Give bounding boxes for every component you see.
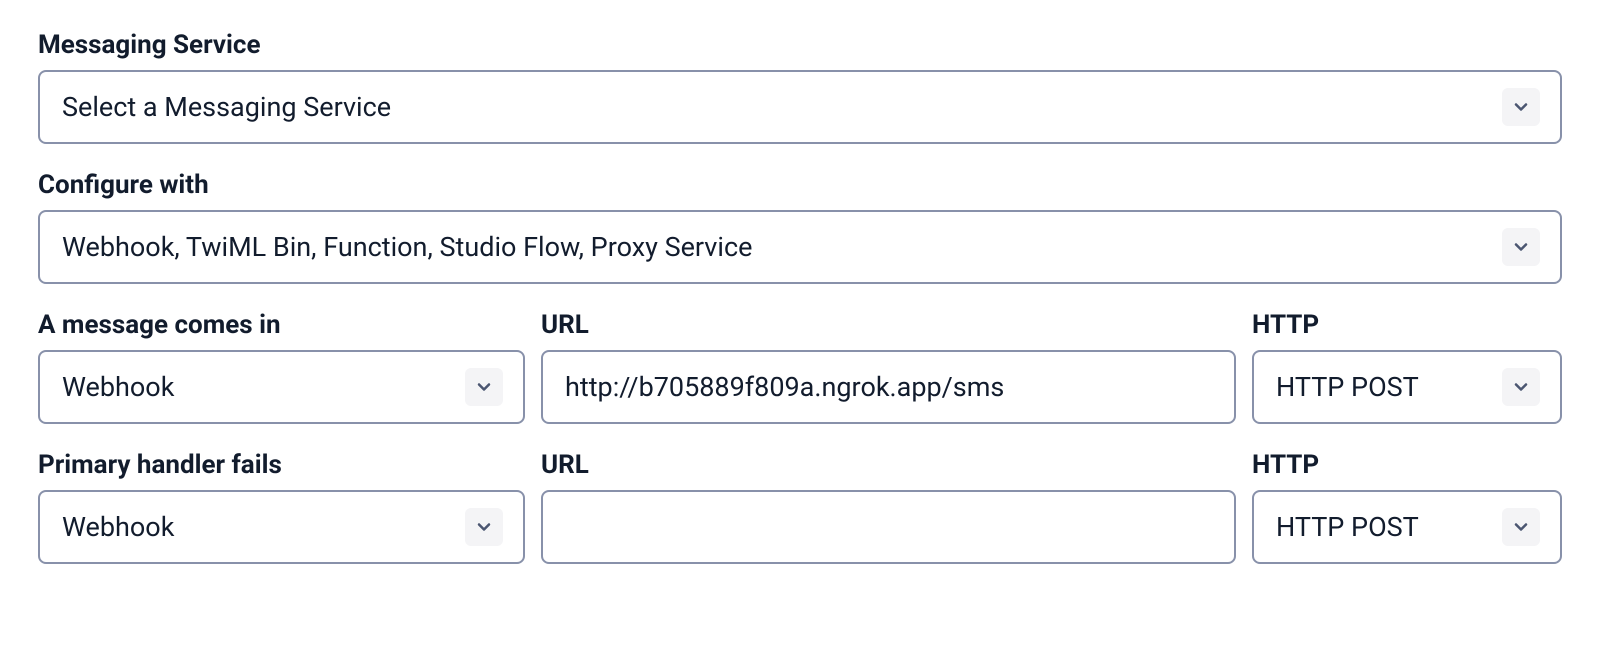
messaging-service-value: Select a Messaging Service <box>62 91 1502 123</box>
configure-with-group: Configure with Webhook, TwiML Bin, Funct… <box>38 170 1562 284</box>
primary-handler-fails-row: Primary handler fails Webhook URL HTTP H… <box>38 450 1562 564</box>
primary-handler-fails-handler-value: Webhook <box>62 511 465 543</box>
message-comes-in-url-input[interactable] <box>541 350 1236 424</box>
primary-handler-fails-http-value: HTTP POST <box>1276 511 1502 543</box>
message-comes-in-http-value: HTTP POST <box>1276 371 1502 403</box>
primary-handler-fails-url-col: URL <box>541 450 1236 564</box>
chevron-down-icon <box>1502 228 1540 266</box>
message-comes-in-url-col: URL <box>541 310 1236 424</box>
chevron-down-icon <box>465 508 503 546</box>
messaging-config-form: Messaging Service Select a Messaging Ser… <box>38 30 1562 564</box>
chevron-down-icon <box>1502 368 1540 406</box>
message-comes-in-label: A message comes in <box>38 310 525 340</box>
message-comes-in-handler-col: A message comes in Webhook <box>38 310 525 424</box>
message-comes-in-row: A message comes in Webhook URL HTTP HTTP… <box>38 310 1562 424</box>
configure-with-select[interactable]: Webhook, TwiML Bin, Function, Studio Flo… <box>38 210 1562 284</box>
primary-handler-fails-http-label: HTTP <box>1252 450 1562 480</box>
configure-with-value: Webhook, TwiML Bin, Function, Studio Flo… <box>62 231 1502 263</box>
primary-handler-fails-handler-select[interactable]: Webhook <box>38 490 525 564</box>
messaging-service-select[interactable]: Select a Messaging Service <box>38 70 1562 144</box>
message-comes-in-http-col: HTTP HTTP POST <box>1252 310 1562 424</box>
messaging-service-label: Messaging Service <box>38 30 1562 60</box>
primary-handler-fails-url-label: URL <box>541 450 1236 480</box>
chevron-down-icon <box>1502 508 1540 546</box>
message-comes-in-http-select[interactable]: HTTP POST <box>1252 350 1562 424</box>
primary-handler-fails-url-input[interactable] <box>541 490 1236 564</box>
message-comes-in-handler-value: Webhook <box>62 371 465 403</box>
primary-handler-fails-handler-col: Primary handler fails Webhook <box>38 450 525 564</box>
configure-with-label: Configure with <box>38 170 1562 200</box>
message-comes-in-http-label: HTTP <box>1252 310 1562 340</box>
message-comes-in-handler-select[interactable]: Webhook <box>38 350 525 424</box>
primary-handler-fails-http-select[interactable]: HTTP POST <box>1252 490 1562 564</box>
primary-handler-fails-label: Primary handler fails <box>38 450 525 480</box>
chevron-down-icon <box>1502 88 1540 126</box>
chevron-down-icon <box>465 368 503 406</box>
message-comes-in-url-label: URL <box>541 310 1236 340</box>
primary-handler-fails-http-col: HTTP HTTP POST <box>1252 450 1562 564</box>
messaging-service-group: Messaging Service Select a Messaging Ser… <box>38 30 1562 144</box>
